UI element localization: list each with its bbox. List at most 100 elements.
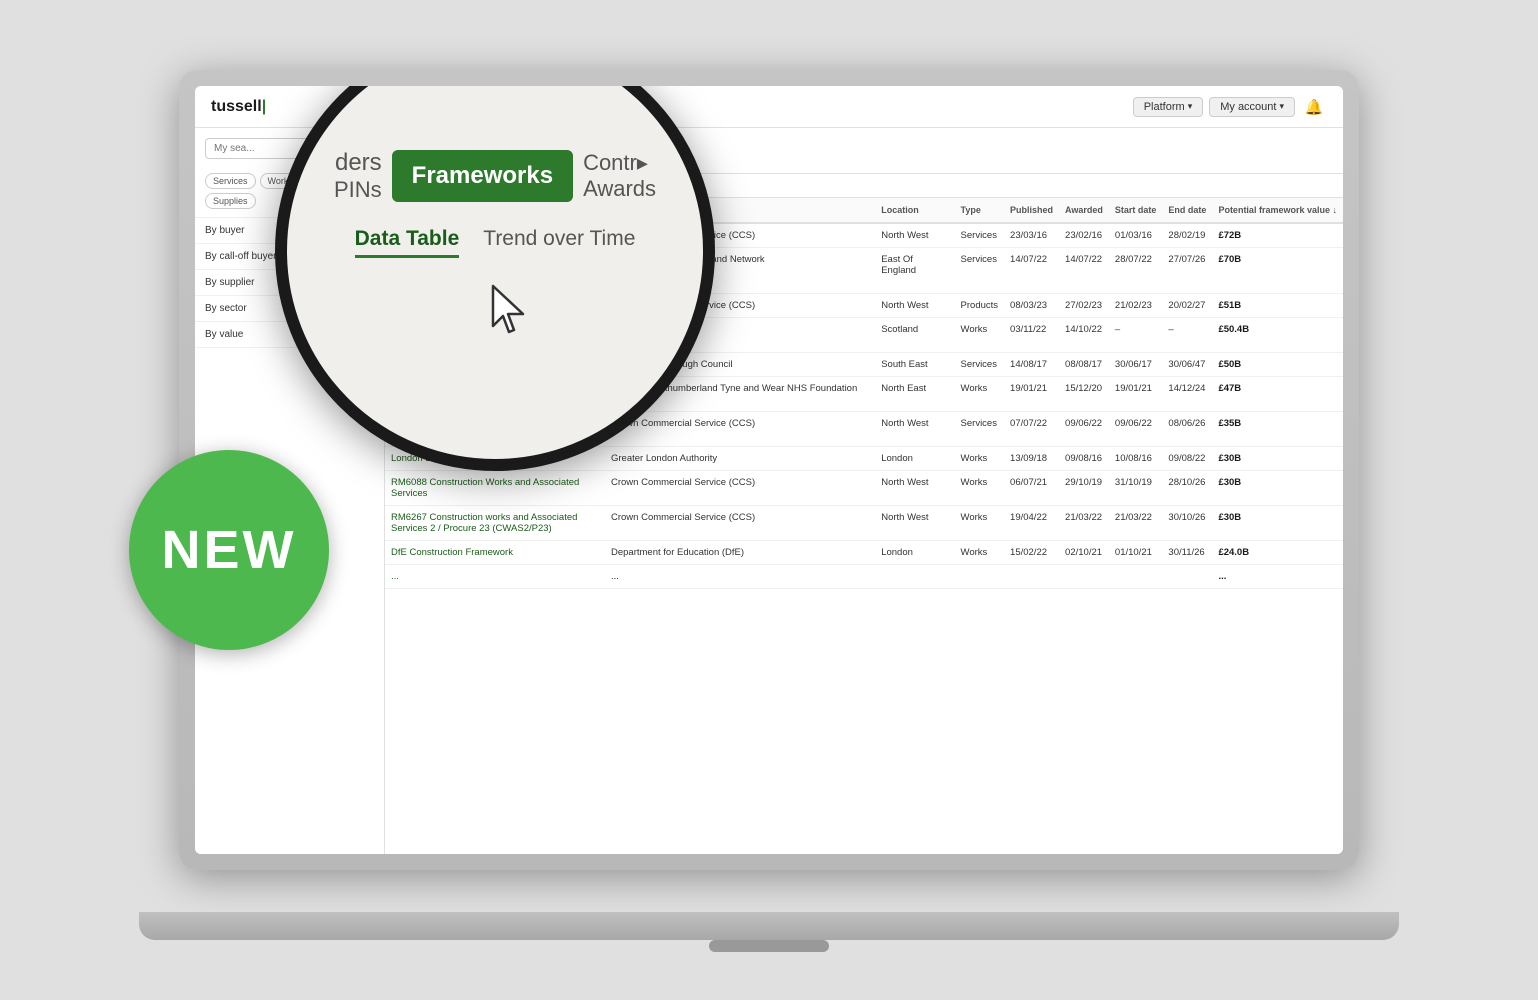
table-cell: Services [955, 223, 1005, 248]
table-cell: Crown Commercial Service (CCS) [605, 506, 875, 541]
table-cell: 30/11/26 [1162, 541, 1212, 565]
magnify-nav-right: Contr▸ Awards [583, 150, 656, 202]
framework-value: £30B [1212, 506, 1343, 541]
nav-contracts[interactable]: Contr▸ [583, 150, 656, 176]
subtab-data-table[interactable]: Data Table [355, 227, 460, 258]
table-cell: North West [875, 412, 954, 447]
table-cell: Crown Commercial Service (CCS) [605, 412, 875, 447]
data-table-label: Data Table [355, 227, 460, 250]
nav-awards[interactable]: Awards [583, 176, 656, 202]
new-badge-text: NEW [162, 519, 297, 581]
table-cell: 07/07/22 [1004, 412, 1059, 447]
nav-ders[interactable]: ders [334, 149, 382, 177]
table-cell: 31/10/19 [1109, 471, 1163, 506]
table-cell: Greater London Authority [605, 447, 875, 471]
filter-label: By value [205, 329, 243, 340]
table-cell: 14/12/24 [1162, 377, 1212, 412]
table-cell: 28/02/19 [1162, 223, 1212, 248]
header-right: Platform ▾ My account ▾ 🔔 [1133, 94, 1327, 120]
table-cell: 08/08/17 [1059, 353, 1109, 377]
table-cell: Works [955, 541, 1005, 565]
platform-button[interactable]: Platform ▾ [1133, 97, 1204, 117]
screen: tussell| Platform ▾ My account ▾ 🔔 [195, 86, 1343, 854]
table-cell: Services [955, 248, 1005, 294]
table-cell: Works [955, 318, 1005, 353]
col-start: Start date [1109, 198, 1163, 223]
col-value[interactable]: Potential framework value ↓ [1212, 198, 1343, 223]
table-cell: North West [875, 223, 954, 248]
nav-frameworks-button[interactable]: Frameworks [392, 150, 573, 202]
magnify-subtabs: Data Table Trend over Time [355, 227, 636, 258]
table-cell: 27/07/26 [1162, 248, 1212, 294]
table-cell: Services [955, 353, 1005, 377]
table-cell: 23/03/16 [1004, 223, 1059, 248]
table-cell: 01/03/16 [1109, 223, 1163, 248]
table-cell: Services [955, 412, 1005, 447]
table-cell [955, 565, 1005, 589]
col-awarded: Awarded [1059, 198, 1109, 223]
bell-icon[interactable]: 🔔 [1301, 94, 1327, 120]
framework-value: £50.4B [1212, 318, 1343, 353]
table-cell: ... [605, 565, 875, 589]
table-cell: 13/09/18 [1004, 447, 1059, 471]
table-cell: 28/07/22 [1109, 248, 1163, 294]
table-cell: 09/08/22 [1162, 447, 1212, 471]
framework-name[interactable]: ... [385, 565, 605, 589]
logo: tussell| [211, 98, 266, 116]
filter-label: By call-off buyer [205, 251, 277, 262]
table-cell: Works [955, 506, 1005, 541]
table-cell: 02/10/21 [1059, 541, 1109, 565]
table-cell: Works [955, 447, 1005, 471]
table-cell: 30/06/47 [1162, 353, 1212, 377]
nav-pins[interactable]: PINs [334, 177, 382, 203]
trend-label: Trend over Time [483, 227, 635, 250]
filter-label: By supplier [205, 277, 254, 288]
table-cell: 21/03/22 [1109, 506, 1163, 541]
table-cell: Department for Education (DfE) [605, 541, 875, 565]
table-cell: 21/02/23 [1109, 294, 1163, 318]
framework-name[interactable]: RM6267 Construction works and Associated… [385, 506, 605, 541]
subtab-trend[interactable]: Trend over Time [483, 227, 635, 258]
framework-value: ... [1212, 565, 1343, 589]
chevron-down-icon-2: ▾ [1279, 101, 1284, 112]
table-cell: 23/02/16 [1059, 223, 1109, 248]
frameworks-label: Frameworks [412, 162, 553, 189]
table-cell [1109, 565, 1163, 589]
table-cell: – [1162, 318, 1212, 353]
filter-label: By buyer [205, 225, 244, 236]
framework-value: £72B [1212, 223, 1343, 248]
table-cell: 21/03/22 [1059, 506, 1109, 541]
table-row: DfE Construction FrameworkDepartment for… [385, 541, 1343, 565]
framework-name[interactable]: DfE Construction Framework [385, 541, 605, 565]
table-cell: 14/10/22 [1059, 318, 1109, 353]
table-cell: Products [955, 294, 1005, 318]
table-cell: 30/06/17 [1109, 353, 1163, 377]
table-cell: North West [875, 471, 954, 506]
account-button[interactable]: My account ▾ [1209, 97, 1295, 117]
filter-services[interactable]: Services [205, 173, 256, 189]
table-cell: 19/01/21 [1004, 377, 1059, 412]
new-badge: NEW [129, 450, 329, 650]
table-cell: 09/06/22 [1109, 412, 1163, 447]
table-cell [1162, 565, 1212, 589]
framework-value: £30B [1212, 471, 1343, 506]
table-cell: 10/08/16 [1109, 447, 1163, 471]
chevron-down-icon: ▾ [1188, 101, 1193, 112]
filter-supplies[interactable]: Supplies [205, 193, 256, 209]
framework-value: £70B [1212, 248, 1343, 294]
framework-value: £51B [1212, 294, 1343, 318]
framework-value: £30B [1212, 447, 1343, 471]
table-cell: 19/01/21 [1109, 377, 1163, 412]
table-cell: 09/08/16 [1059, 447, 1109, 471]
framework-name[interactable]: RM6088 Construction Works and Associated… [385, 471, 605, 506]
table-cell: 27/02/23 [1059, 294, 1109, 318]
table-cell: East Of England [875, 248, 954, 294]
table-cell: – [1109, 318, 1163, 353]
table-cell: 15/02/22 [1004, 541, 1059, 565]
col-location: Location [875, 198, 954, 223]
table-cell: 19/04/22 [1004, 506, 1059, 541]
table-cell [1059, 565, 1109, 589]
table-row: RM6088 Construction Works and Associated… [385, 471, 1343, 506]
framework-value: £47B [1212, 377, 1343, 412]
table-cell: 28/10/26 [1162, 471, 1212, 506]
